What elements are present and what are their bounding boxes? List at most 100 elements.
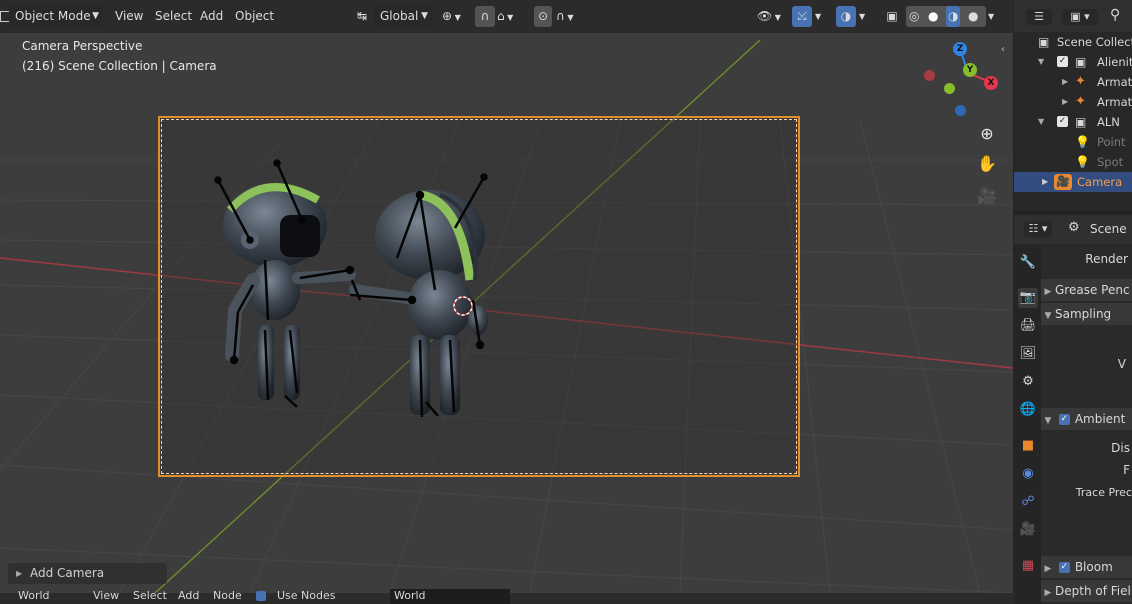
world-tab-icon[interactable]: 🌐	[1018, 400, 1038, 420]
solid-shading-icon[interactable]: ●	[928, 6, 938, 27]
sidebar-toggle-icon[interactable]: ‹	[1001, 44, 1005, 55]
physics-tab-icon[interactable]: ◉	[1018, 464, 1038, 484]
view-layer-tab-icon[interactable]: 🖼	[1018, 344, 1038, 364]
camera-view-icon[interactable]: 🎥	[974, 183, 1000, 209]
menu-add[interactable]: Add	[200, 6, 223, 27]
snap-target-icon[interactable]: ⌂ ▼	[497, 6, 525, 27]
ao-trace-precision-label: Trace Prec	[1075, 486, 1132, 499]
chevron-down-icon[interactable]: ▼	[815, 6, 829, 27]
texture-tab-icon[interactable]: ▦	[1018, 556, 1038, 576]
panel-bloom[interactable]: ▶ ✓ Bloom	[1041, 556, 1132, 578]
outliner-row-armature-1[interactable]: ▶ ✦ Armatu	[1014, 72, 1132, 92]
gizmo-neg-y-axis[interactable]	[944, 83, 955, 94]
right-robot[interactable]	[349, 173, 488, 418]
pan-hand-icon[interactable]: ✋	[974, 151, 1000, 177]
ambient-occlusion-checkbox[interactable]: ✓	[1058, 414, 1070, 425]
navigation-gizmo[interactable]: Z Y X	[920, 40, 1005, 120]
xray-icon[interactable]: ▣	[884, 6, 900, 27]
chevron-down-icon: ▼	[92, 11, 99, 21]
outliner-row-armature-2[interactable]: ▶ ✦ Armatu	[1014, 92, 1132, 112]
mode-dropdown[interactable]: Object Mode ▼	[9, 6, 103, 27]
outliner[interactable]: ☰ ▣ ▾ ⚲ ▣ Scene Collecti ▼ ✓ ▣ Alienito …	[1014, 0, 1132, 211]
chevron-right-icon[interactable]: ▶	[1062, 72, 1068, 92]
exclude-checkbox[interactable]: ✓	[1057, 56, 1068, 67]
proportional-edit-icon[interactable]: ⊙	[534, 6, 552, 27]
node-menu-node[interactable]: Node	[213, 589, 242, 602]
wireframe-shading-icon[interactable]: ◎	[909, 6, 919, 27]
visibility-icon[interactable]: 👁 ▼	[757, 6, 787, 27]
world-dropdown[interactable]: World	[18, 589, 50, 602]
ao-distance-label: Dis	[1111, 441, 1130, 455]
material-shading-icon[interactable]: ◑	[946, 6, 961, 27]
object-tab-icon[interactable]: ■	[1018, 436, 1038, 456]
outliner-row-scene-collection[interactable]: ▣ Scene Collecti	[1014, 32, 1132, 52]
display-mode-icon[interactable]: ☰	[1026, 9, 1052, 25]
use-nodes-checkbox[interactable]	[256, 591, 266, 601]
view-perspective-label: Camera Perspective	[22, 39, 143, 53]
chevron-down-icon[interactable]: ▼	[988, 6, 1002, 27]
chevron-right-icon[interactable]: ▶	[1062, 92, 1068, 112]
chevron-down-icon: ▼	[1044, 311, 1052, 321]
outliner-row-camera[interactable]: ▶ 🎥 Camera	[1014, 172, 1132, 192]
properties-editor[interactable]: ☷ ▾ ⚙ Scene 🔧 📷 🖨 🖼 ⚙ 🌐 ■ ◉ ☍ 🎥 ▦ Render…	[1014, 215, 1132, 604]
chevron-down-icon[interactable]: ▼	[1038, 52, 1044, 72]
outliner-row-alienito[interactable]: ▼ ✓ ▣ Alienito	[1014, 52, 1132, 72]
gizmo-z-axis[interactable]: Z	[953, 42, 967, 56]
last-operator-panel[interactable]: ▶ Add Camera	[8, 563, 167, 584]
chevron-down-icon[interactable]: ▼	[1038, 112, 1044, 132]
falloff-icon[interactable]: ∩ ▼	[556, 6, 584, 27]
outliner-row-point-light[interactable]: 💡 Point	[1014, 132, 1132, 152]
last-operator-label: Add Camera	[30, 566, 105, 580]
search-icon[interactable]: ⚲	[1110, 7, 1120, 23]
constraints-tab-icon[interactable]: ☍	[1018, 492, 1038, 512]
filter-icon[interactable]: ▣ ▾	[1062, 9, 1098, 25]
menu-select[interactable]: Select	[155, 6, 192, 27]
shading-buttons: ◎ ● ◑ ●	[906, 6, 986, 27]
rendered-shading-icon[interactable]: ●	[968, 6, 978, 27]
left-robot[interactable]	[214, 159, 356, 408]
node-editor-header: World View Select Add Node Use Nodes Wor…	[0, 589, 1132, 604]
panel-label: Sampling	[1055, 307, 1112, 321]
world-field[interactable]: World	[390, 589, 510, 604]
panel-grease-pencil[interactable]: ▶ Grease Penc	[1041, 279, 1132, 301]
armature-icon: ✦	[1075, 94, 1086, 109]
menu-object[interactable]: Object	[235, 6, 274, 27]
chevron-down-icon[interactable]: ▼	[859, 6, 873, 27]
outliner-row-spot-light[interactable]: 💡 Spot	[1014, 152, 1132, 172]
gizmo-neg-x-axis[interactable]	[924, 70, 935, 81]
panel-label: Grease Penc	[1055, 283, 1130, 297]
gizmo-y-axis[interactable]: Y	[963, 63, 977, 77]
light-icon: 💡	[1075, 155, 1090, 169]
zoom-icon[interactable]: ⊕	[974, 121, 1000, 147]
output-tab-icon[interactable]: 🖨	[1018, 316, 1038, 336]
characters[interactable]	[0, 0, 1013, 593]
panel-depth-of-field[interactable]: ▶ Depth of Fiel	[1041, 580, 1132, 602]
camera-data-tab-icon[interactable]: 🎥	[1018, 520, 1038, 540]
outliner-row-aln[interactable]: ▼ ✓ ▣ ALN	[1014, 112, 1132, 132]
outliner-row-label: Armatu	[1097, 75, 1132, 89]
snap-icon[interactable]: ∩	[475, 6, 495, 27]
panel-sampling[interactable]: ▼ Sampling	[1041, 303, 1132, 325]
collection-icon: ▣	[1038, 35, 1050, 49]
properties-editor-type-icon[interactable]: ☷ ▾	[1024, 221, 1052, 237]
chevron-right-icon[interactable]: ▶	[1042, 172, 1048, 192]
exclude-checkbox[interactable]: ✓	[1057, 116, 1068, 127]
menu-view[interactable]: View	[115, 6, 143, 27]
panel-label: Bloom	[1074, 560, 1113, 574]
bloom-checkbox[interactable]: ✓	[1058, 562, 1070, 573]
scene-tab-icon[interactable]: ⚙	[1018, 372, 1038, 392]
pivot-icon[interactable]: ⊕ ▼	[442, 6, 472, 27]
gizmo-toggle-icon[interactable]: ⤩	[792, 6, 812, 27]
editor-type-icon[interactable]	[0, 6, 11, 27]
node-menu-add[interactable]: Add	[178, 589, 199, 602]
render-tab-icon[interactable]: 📷	[1018, 288, 1038, 308]
orientation-dropdown[interactable]: Global ▼	[374, 6, 432, 27]
3d-viewport[interactable]: Object Mode ▼ View Select Add Object ↹ G…	[0, 0, 1013, 593]
gizmo-x-axis[interactable]: X	[984, 76, 998, 90]
tool-tab-icon[interactable]: 🔧	[1018, 253, 1038, 273]
overlays-icon[interactable]: ◑	[836, 6, 856, 27]
node-menu-view[interactable]: View	[93, 589, 119, 602]
gizmo-neg-z-axis[interactable]	[955, 105, 966, 116]
panel-ambient-occlusion[interactable]: ▼ ✓ Ambient	[1041, 408, 1132, 430]
node-menu-select[interactable]: Select	[133, 589, 167, 602]
